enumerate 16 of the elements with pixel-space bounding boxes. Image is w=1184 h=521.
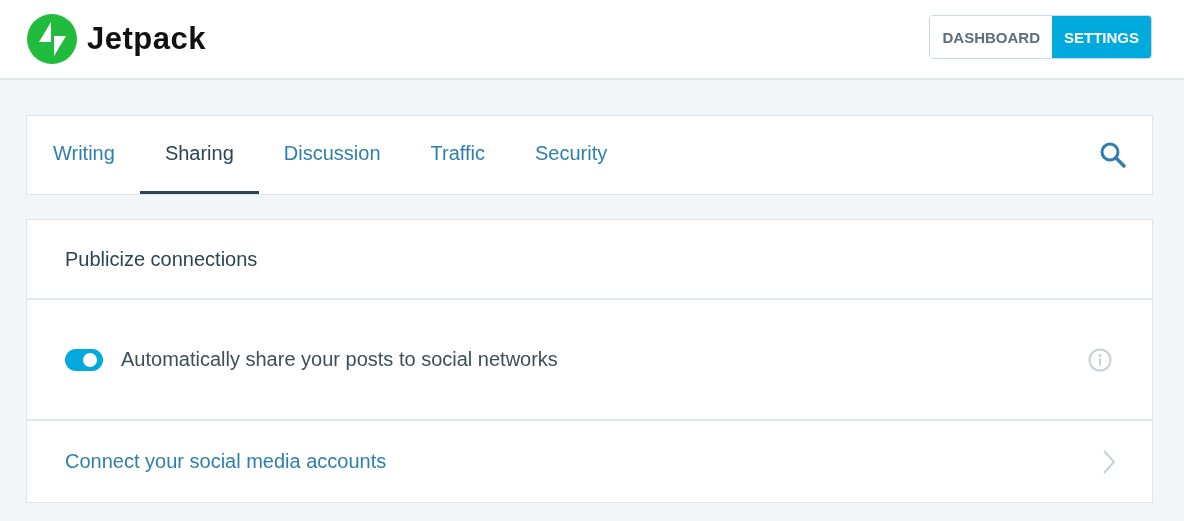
- tab[interactable]: Sharing: [139, 116, 259, 194]
- logo-text: Jetpack: [87, 21, 206, 57]
- search-button[interactable]: [1099, 141, 1127, 169]
- tab[interactable]: Discussion: [258, 116, 406, 194]
- nav-button[interactable]: SETTINGS: [1052, 16, 1151, 58]
- tab[interactable]: Writing: [53, 116, 140, 194]
- toggle-switch[interactable]: [65, 348, 103, 371]
- tab[interactable]: Security: [509, 116, 633, 194]
- chevron-icon: [1102, 448, 1116, 475]
- logo-icon: [27, 14, 77, 64]
- section-title: Publicize connections: [65, 247, 258, 271]
- tab[interactable]: Traffic: [405, 116, 510, 194]
- search-icon: [1099, 141, 1127, 169]
- accounts-link[interactable]: Connect your social media accounts: [27, 421, 1152, 502]
- info-icon[interactable]: [1088, 347, 1112, 372]
- setting-label: Automatically share your posts to social networks: [121, 348, 559, 371]
